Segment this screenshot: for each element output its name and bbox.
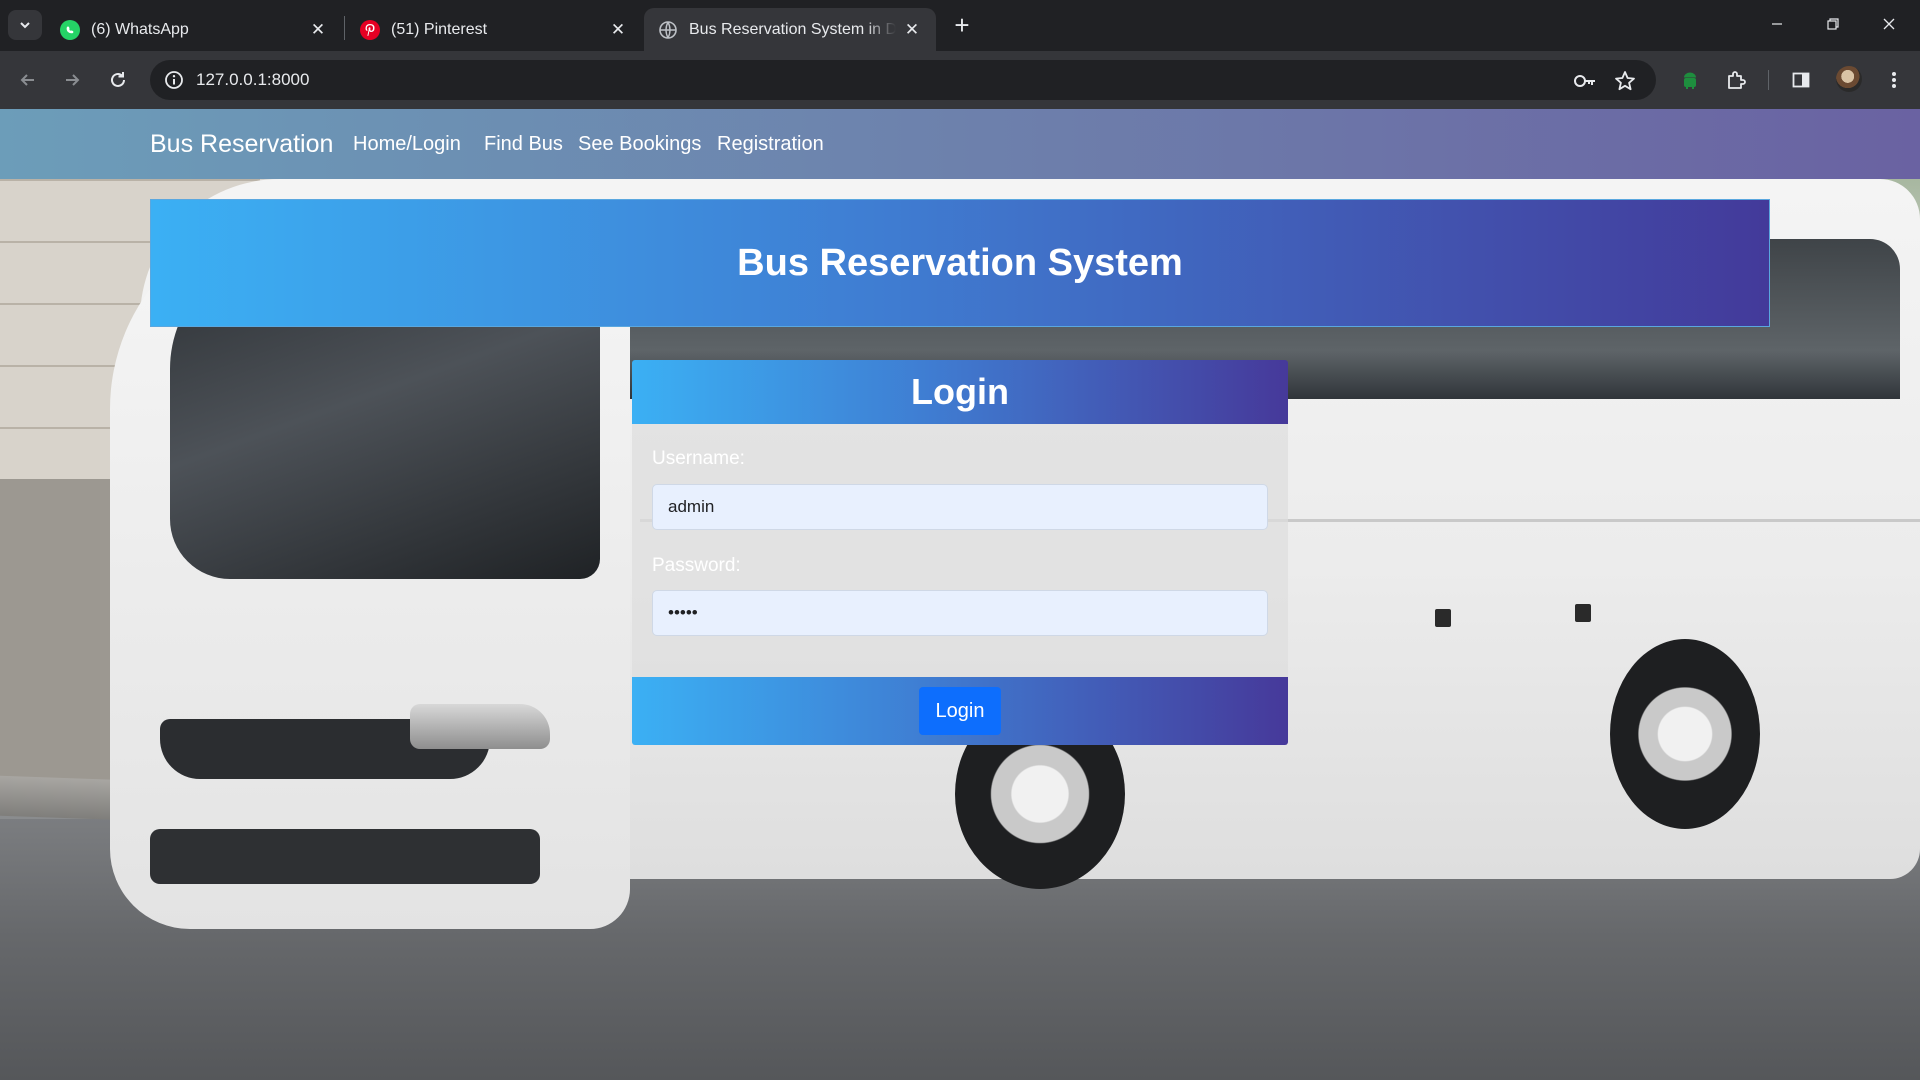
- web-page: Bus Reservation Home/Login Find Bus See …: [0, 109, 1920, 1080]
- login-button[interactable]: Login: [919, 687, 1001, 735]
- browser-menu-button[interactable]: [1878, 64, 1910, 96]
- pinterest-icon: [360, 19, 380, 40]
- toolbar-divider: [1768, 70, 1769, 90]
- close-icon[interactable]: ✕: [308, 20, 328, 40]
- plus-icon: +: [954, 10, 970, 40]
- back-button[interactable]: [12, 64, 44, 96]
- nav-link-find-bus[interactable]: Find Bus: [484, 109, 563, 179]
- profile-avatar[interactable]: [1836, 66, 1862, 92]
- new-tab-button[interactable]: +: [948, 12, 976, 40]
- restore-button[interactable]: [1810, 6, 1856, 42]
- arrow-left-icon: [20, 74, 34, 86]
- login-card: Login Username: Password: Login: [632, 360, 1288, 745]
- reload-icon: [111, 72, 125, 87]
- site-info-button[interactable]: [160, 66, 188, 94]
- login-card-body: Username: Password:: [632, 424, 1288, 677]
- tab-title: (51) Pinterest: [391, 20, 488, 38]
- nav-link-see-bookings[interactable]: See Bookings: [578, 109, 701, 179]
- tab-pinterest[interactable]: (51) Pinterest ✕: [346, 8, 642, 51]
- login-title: Login: [911, 371, 1009, 412]
- extensions-button[interactable]: [1720, 64, 1752, 96]
- bookmark-button[interactable]: [1612, 68, 1638, 94]
- side-panel-icon: [1792, 72, 1810, 88]
- star-icon: [1615, 71, 1635, 91]
- minimize-icon: [1772, 23, 1782, 25]
- android-extension-button[interactable]: [1674, 64, 1706, 96]
- restore-icon: [1827, 18, 1839, 30]
- url-text: 127.0.0.1:8000: [196, 70, 310, 89]
- minimize-button[interactable]: [1754, 6, 1800, 42]
- tab-search-button[interactable]: [8, 10, 42, 40]
- reload-button[interactable]: [102, 64, 134, 96]
- arrow-right-icon: [66, 74, 80, 86]
- browser-toolbar: 127.0.0.1:8000: [0, 51, 1920, 109]
- login-card-footer: Login: [632, 677, 1288, 745]
- page-banner: Bus Reservation System: [150, 199, 1770, 327]
- nav-link-registration[interactable]: Registration: [717, 109, 824, 179]
- username-input[interactable]: [652, 484, 1268, 530]
- whatsapp-icon: [60, 19, 80, 40]
- password-label: Password:: [652, 555, 741, 576]
- android-icon: [1684, 72, 1696, 89]
- password-input[interactable]: [652, 590, 1268, 636]
- tab-title: Bus Reservation System in Djan: [689, 20, 896, 38]
- more-vertical-icon: [1892, 72, 1896, 88]
- close-window-button[interactable]: [1866, 6, 1912, 42]
- tab-divider: [344, 16, 345, 40]
- globe-icon: [658, 20, 678, 40]
- site-navbar: Bus Reservation Home/Login Find Bus See …: [0, 109, 1920, 179]
- address-bar[interactable]: 127.0.0.1:8000: [150, 60, 1656, 100]
- close-icon[interactable]: ✕: [902, 20, 922, 40]
- forward-button[interactable]: [56, 64, 88, 96]
- puzzle-icon: [1728, 71, 1746, 89]
- tab-whatsapp[interactable]: (6) WhatsApp ✕: [46, 8, 342, 51]
- tab-bus-reservation[interactable]: Bus Reservation System in Djan ✕: [644, 8, 936, 51]
- navbar-brand[interactable]: Bus Reservation: [150, 109, 333, 179]
- side-panel-button[interactable]: [1785, 64, 1817, 96]
- tab-title: (6) WhatsApp: [91, 20, 189, 38]
- nav-link-home-login[interactable]: Home/Login: [353, 109, 461, 179]
- info-icon: [165, 71, 183, 89]
- key-icon: [1574, 75, 1595, 87]
- close-icon: [1883, 18, 1895, 30]
- close-icon[interactable]: ✕: [608, 20, 628, 40]
- password-key-button[interactable]: [1572, 68, 1598, 94]
- login-card-header: Login: [632, 360, 1288, 424]
- browser-tab-strip: (6) WhatsApp ✕ (51) Pinterest ✕ Bus Rese…: [0, 0, 1920, 51]
- chevron-down-icon: [20, 22, 30, 29]
- page-title: Bus Reservation System: [737, 241, 1183, 284]
- username-label: Username:: [652, 448, 745, 469]
